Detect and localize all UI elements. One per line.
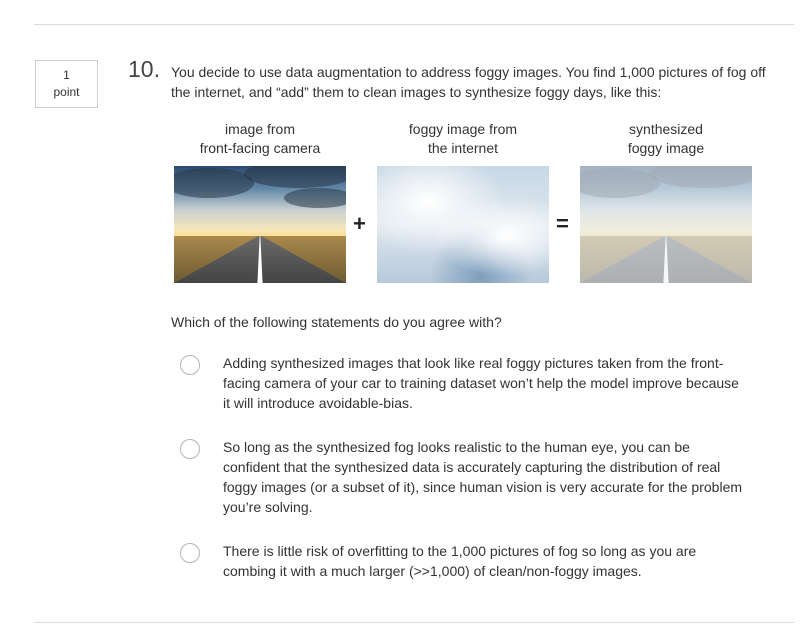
synthesized-foggy-image bbox=[580, 166, 752, 283]
top-divider bbox=[34, 24, 794, 25]
radio-button[interactable] bbox=[180, 355, 200, 375]
figure-column-fog: foggy image from the internet bbox=[377, 120, 549, 283]
equals-sign: = bbox=[556, 211, 569, 236]
radio-button[interactable] bbox=[180, 439, 200, 459]
caption-fog-image: foggy image from the internet bbox=[408, 121, 518, 156]
caption-synthesized-image: synthesized foggy image bbox=[627, 121, 705, 156]
radio-button[interactable] bbox=[180, 543, 200, 563]
points-value: 1 bbox=[63, 68, 70, 82]
fog-image bbox=[377, 166, 549, 283]
answer-option-text[interactable]: Adding synthesized images that look like… bbox=[223, 353, 743, 413]
points-label: point bbox=[53, 85, 80, 99]
plus-sign: + bbox=[353, 211, 366, 236]
road-image bbox=[174, 166, 346, 283]
answer-option-text[interactable]: So long as the synthesized fog looks rea… bbox=[223, 437, 743, 517]
question-number: 10. bbox=[128, 56, 160, 82]
bottom-divider bbox=[34, 622, 794, 623]
figure-column-synth: synthesized foggy image bbox=[580, 120, 752, 283]
caption-camera-image: image from front-facing camera bbox=[199, 121, 321, 156]
question-prompt: Which of the following statements do you… bbox=[171, 314, 502, 330]
points-box: 1 point bbox=[35, 60, 98, 108]
answer-option-text[interactable]: There is little risk of overfitting to t… bbox=[223, 541, 743, 581]
figure-column-camera: image from front-facing camera bbox=[174, 120, 346, 283]
question-text: You decide to use data augmentation to a… bbox=[171, 64, 766, 100]
